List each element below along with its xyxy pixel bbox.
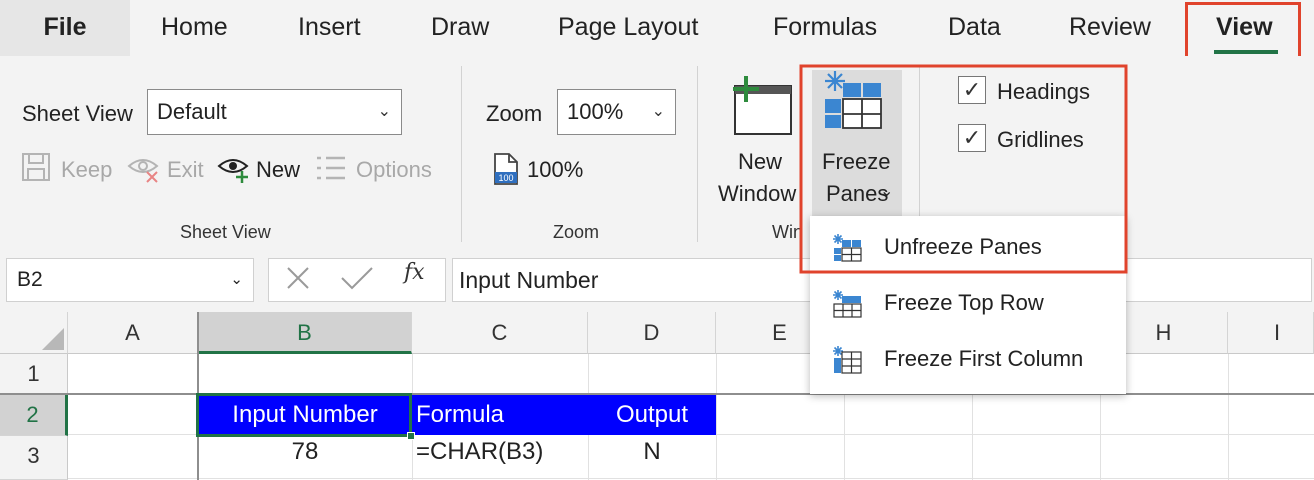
freeze-options-highlight <box>799 64 1128 274</box>
